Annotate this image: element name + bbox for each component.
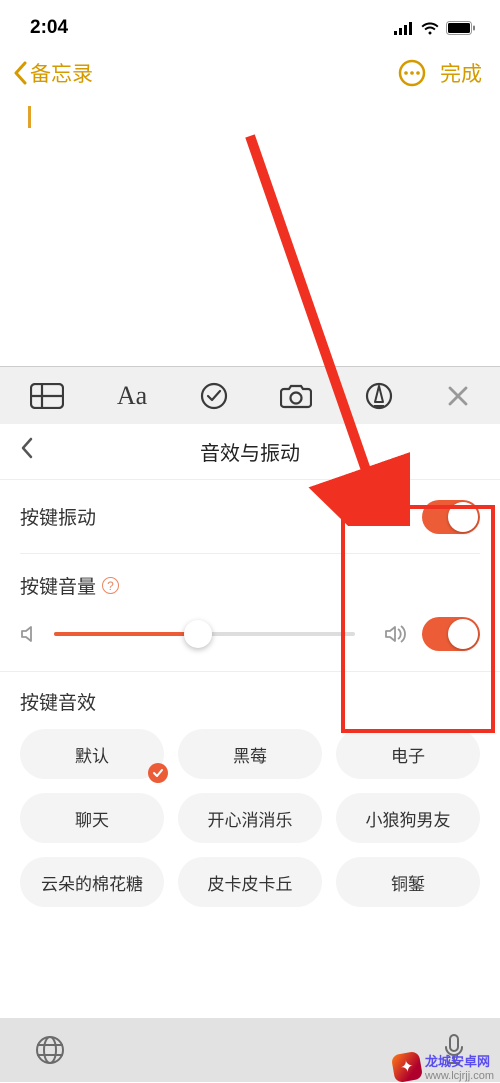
camera-icon[interactable] xyxy=(280,383,312,409)
nav-done-button[interactable]: 完成 xyxy=(440,58,482,88)
annotation-box xyxy=(341,505,495,733)
slider-fill xyxy=(54,632,198,636)
volume-label: 按键音量 xyxy=(20,572,96,599)
format-toolbar: Aa xyxy=(0,366,500,424)
panel-title: 音效与振动 xyxy=(200,437,300,466)
status-bar: 2:04 xyxy=(0,0,500,50)
watermark-brand: 龙城安卓网 xyxy=(425,1051,494,1070)
sound-chip[interactable]: 云朵的棉花糖 xyxy=(20,857,164,907)
sound-chip[interactable]: 小狼狗男友 xyxy=(336,793,480,843)
status-time: 2:04 xyxy=(30,17,68,39)
speaker-low-icon xyxy=(20,624,40,644)
sound-chip[interactable]: 黑莓 xyxy=(178,729,322,779)
more-icon[interactable] xyxy=(398,59,426,87)
checklist-icon[interactable] xyxy=(200,382,228,410)
panel-header: 音效与振动 xyxy=(0,424,500,480)
sound-chip[interactable]: 铜錾 xyxy=(336,857,480,907)
vibration-label: 按键振动 xyxy=(20,503,96,530)
watermark-url: www.lcjrjj.com xyxy=(425,1070,494,1082)
cellular-icon xyxy=(394,22,414,35)
globe-icon[interactable] xyxy=(34,1034,66,1066)
sound-chip[interactable]: 聊天 xyxy=(20,793,164,843)
nav-back-label: 备忘录 xyxy=(30,58,93,88)
watermark-icon: ✦ xyxy=(391,1050,423,1082)
status-icons xyxy=(394,21,476,35)
effects-label: 按键音效 xyxy=(20,693,96,714)
nav-bar: 备忘录 完成 xyxy=(0,50,500,96)
nav-back[interactable]: 备忘录 xyxy=(10,58,93,88)
watermark: ✦ 龙城安卓网 www.lcjrjj.com xyxy=(393,1051,494,1082)
text-cursor xyxy=(28,106,31,128)
chevron-left-icon xyxy=(10,61,30,85)
sound-chip[interactable]: 开心消消乐 xyxy=(178,793,322,843)
battery-icon xyxy=(446,21,476,35)
close-icon[interactable] xyxy=(446,384,470,408)
wifi-icon xyxy=(420,21,440,35)
table-icon[interactable] xyxy=(30,383,64,409)
selected-badge-icon xyxy=(148,763,168,783)
sound-chip[interactable]: 皮卡皮卡丘 xyxy=(178,857,322,907)
slider-thumb[interactable] xyxy=(184,620,212,648)
text-format-icon[interactable]: Aa xyxy=(117,381,147,411)
panel-back-button[interactable] xyxy=(20,437,34,466)
note-editor[interactable] xyxy=(0,96,500,366)
volume-slider[interactable] xyxy=(54,632,355,636)
help-icon[interactable]: ? xyxy=(102,577,119,594)
sound-chip[interactable]: 默认 xyxy=(20,729,164,779)
sound-chip[interactable]: 电子 xyxy=(336,729,480,779)
markup-icon[interactable] xyxy=(365,382,393,410)
chevron-left-icon xyxy=(20,437,34,459)
